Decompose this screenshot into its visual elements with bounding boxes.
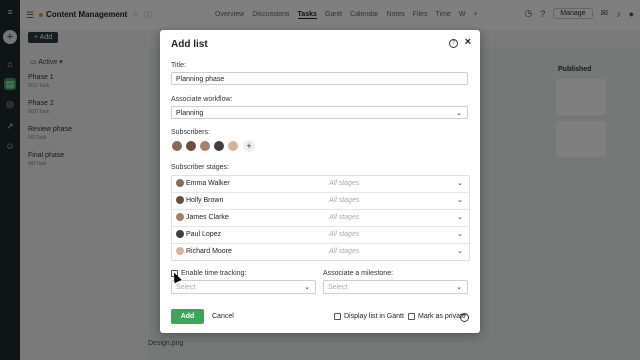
chevron-down-icon[interactable]: ⌄ (457, 230, 463, 238)
time-tracking-label: Enable time tracking: (181, 270, 247, 277)
subscriber-name: Richard Moore (186, 248, 232, 255)
avatar (176, 230, 184, 238)
private-checkbox[interactable] (408, 313, 415, 320)
stage-value[interactable]: All stages (329, 214, 359, 221)
stage-value[interactable]: All stages (329, 231, 359, 238)
chevron-down-icon: ⌄ (304, 284, 310, 291)
workflow-select[interactable]: Planning ⌄ (171, 106, 468, 119)
title-label: Title: (171, 62, 186, 69)
milestone-select[interactable]: Select ⌄ (323, 280, 468, 294)
avatar (176, 196, 184, 204)
milestone-label: Associate a milestone: (323, 270, 394, 277)
help-icon[interactable]: ? (449, 39, 458, 48)
avatar[interactable] (185, 140, 197, 152)
time-tracking-select[interactable]: Select ⌄ (171, 280, 316, 294)
table-row[interactable]: Richard Moore All stages ⌄ (172, 244, 469, 260)
chevron-down-icon[interactable]: ⌄ (457, 247, 463, 255)
subscriber-name: James Clarke (186, 214, 229, 221)
avatar[interactable] (199, 140, 211, 152)
stage-value[interactable]: All stages (329, 197, 359, 204)
chevron-down-icon: ⌄ (456, 284, 462, 291)
private-help-icon[interactable]: ? (460, 313, 469, 322)
avatar[interactable] (171, 140, 183, 152)
chevron-down-icon: ⌄ (456, 110, 462, 117)
subscribers-label: Subscribers: (171, 129, 210, 136)
chevron-down-icon[interactable]: ⌄ (457, 179, 463, 187)
stage-value[interactable]: All stages (329, 180, 359, 187)
avatar (176, 213, 184, 221)
dialog-title: Add list (171, 39, 208, 50)
avatar[interactable] (213, 140, 225, 152)
table-row[interactable]: Paul Lopez All stages ⌄ (172, 227, 469, 244)
title-input[interactable]: Planning phase (171, 72, 468, 85)
table-row[interactable]: Holly Brown All stages ⌄ (172, 193, 469, 210)
gantt-label: Display list in Gantt (344, 313, 404, 320)
subscriber-name: Holly Brown (186, 197, 224, 204)
gantt-checkbox[interactable] (334, 313, 341, 320)
subscribers-list: + (171, 140, 255, 152)
add-list-dialog: Add list ? × Title: Planning phase Assoc… (160, 30, 480, 333)
stages-label: Subscriber stages: (171, 164, 229, 171)
workflow-label: Associate workflow: (171, 96, 233, 103)
time-tracking-placeholder: Select (176, 284, 196, 291)
add-button[interactable]: Add (171, 309, 204, 324)
milestone-placeholder: Select (328, 284, 348, 291)
avatar (176, 179, 184, 187)
avatar (176, 247, 184, 255)
stage-value[interactable]: All stages (329, 248, 359, 255)
table-row[interactable]: James Clarke All stages ⌄ (172, 210, 469, 227)
chevron-down-icon[interactable]: ⌄ (457, 213, 463, 221)
subscriber-stages-table: Emma Walker All stages ⌄ Holly Brown All… (171, 175, 470, 261)
add-subscriber-icon[interactable]: + (243, 140, 255, 152)
subscriber-name: Paul Lopez (186, 231, 222, 238)
avatar[interactable] (227, 140, 239, 152)
close-icon[interactable]: × (465, 36, 471, 48)
table-row[interactable]: Emma Walker All stages ⌄ (172, 176, 469, 193)
workflow-value: Planning (176, 110, 204, 117)
chevron-down-icon[interactable]: ⌄ (457, 196, 463, 204)
private-label: Mark as private (418, 313, 466, 320)
subscriber-name: Emma Walker (186, 180, 230, 187)
cancel-button[interactable]: Cancel (212, 313, 234, 320)
